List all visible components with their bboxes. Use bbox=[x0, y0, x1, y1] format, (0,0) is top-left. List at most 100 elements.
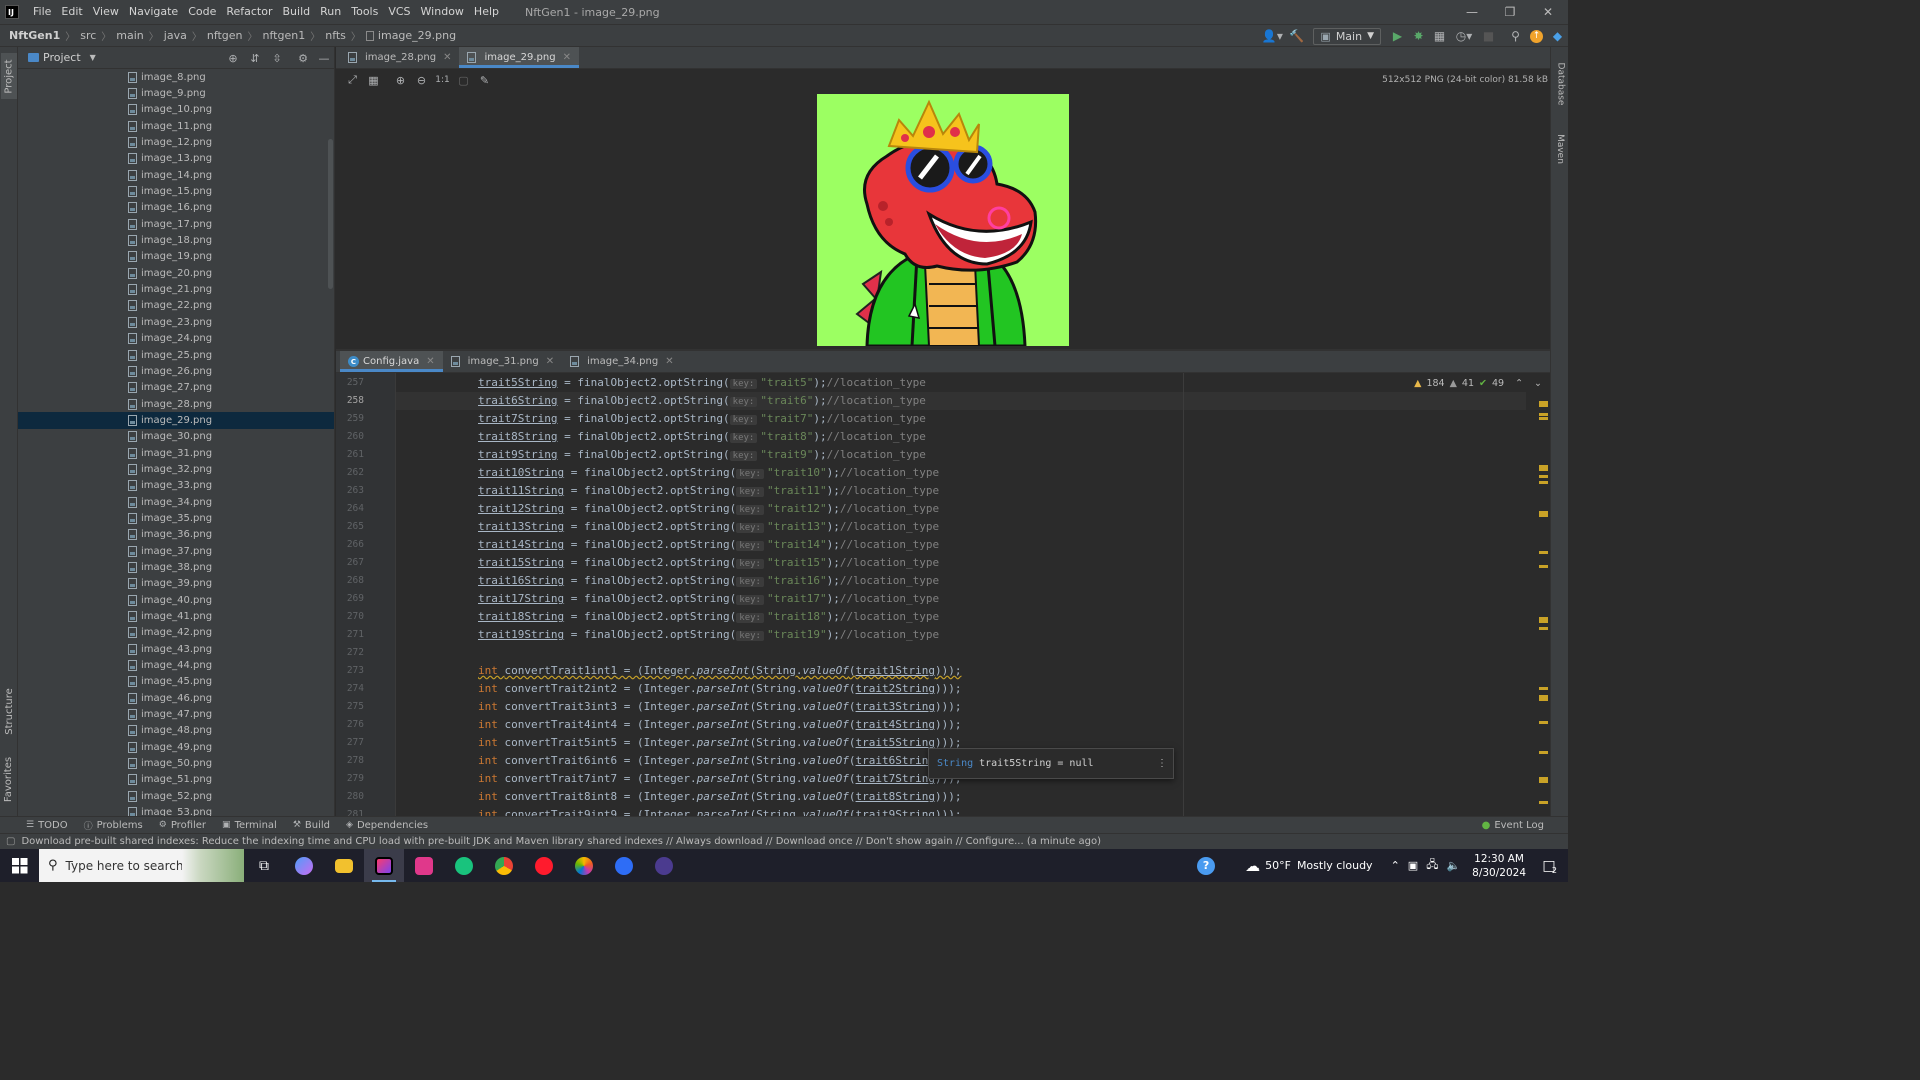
intellij-taskbar-icon[interactable] bbox=[364, 849, 404, 882]
minimize-button[interactable]: — bbox=[1452, 0, 1492, 24]
tool-button-profiler[interactable]: ⚙ Profiler bbox=[159, 820, 206, 831]
tree-item[interactable]: image_25.png bbox=[18, 347, 334, 363]
breadcrumb-item[interactable]: nftgen1 bbox=[263, 29, 306, 42]
collapse-all-icon[interactable]: ⇳ bbox=[269, 50, 285, 66]
tree-item[interactable]: image_46.png bbox=[18, 690, 334, 706]
tree-item[interactable]: image_33.png bbox=[18, 478, 334, 494]
taskbar-search-box[interactable]: ⚲ Type here to search bbox=[39, 849, 244, 882]
fit-to-screen-icon[interactable]: ⤢ bbox=[342, 71, 363, 89]
tree-item[interactable]: image_23.png bbox=[18, 314, 334, 330]
chrome-icon[interactable] bbox=[484, 849, 524, 882]
tree-item[interactable]: image_34.png bbox=[18, 494, 334, 510]
project-tool-tab[interactable]: Project bbox=[1, 53, 17, 99]
close-tab-icon[interactable]: ✕ bbox=[443, 52, 451, 63]
menu-item-help[interactable]: Help bbox=[470, 0, 505, 24]
tool-button-build[interactable]: ⚒ Build bbox=[293, 820, 330, 831]
menu-item-edit[interactable]: Edit bbox=[57, 0, 88, 24]
status-message[interactable]: Download pre-built shared indexes: Reduc… bbox=[21, 836, 1101, 847]
maximize-button[interactable]: ❐ bbox=[1490, 0, 1530, 24]
tree-item[interactable]: image_22.png bbox=[18, 298, 334, 314]
stripe-marker[interactable] bbox=[1539, 777, 1548, 783]
event-log-button[interactable]: ● Event Log bbox=[1482, 820, 1544, 831]
tree-item[interactable]: image_19.png bbox=[18, 249, 334, 265]
stripe-marker[interactable] bbox=[1539, 627, 1548, 630]
menu-item-window[interactable]: Window bbox=[417, 0, 470, 24]
opera-icon[interactable] bbox=[524, 849, 564, 882]
stripe-marker[interactable] bbox=[1539, 801, 1548, 804]
zoom-in-icon[interactable]: ⊕ bbox=[390, 71, 411, 89]
tree-item[interactable]: image_36.png bbox=[18, 527, 334, 543]
update-icon[interactable]: ↑ bbox=[1526, 25, 1547, 47]
tree-item[interactable]: image_50.png bbox=[18, 755, 334, 771]
tree-item[interactable]: image_39.png bbox=[18, 576, 334, 592]
tree-item[interactable]: image_26.png bbox=[18, 363, 334, 379]
tool-button-dependencies[interactable]: ◈ Dependencies bbox=[346, 820, 428, 831]
tree-item[interactable]: image_47.png bbox=[18, 706, 334, 722]
tree-item[interactable]: image_38.png bbox=[18, 559, 334, 575]
tree-item[interactable]: image_14.png bbox=[18, 167, 334, 183]
tree-item[interactable]: image_48.png bbox=[18, 723, 334, 739]
stop-icon[interactable]: ■ bbox=[1478, 25, 1499, 47]
task-view-icon[interactable]: ⧉ bbox=[244, 849, 284, 882]
stripe-marker[interactable] bbox=[1539, 695, 1548, 701]
favorites-tool-tab[interactable]: Favorites bbox=[1, 753, 17, 805]
close-tab-icon[interactable]: ✕ bbox=[665, 356, 673, 367]
error-stripe[interactable] bbox=[1538, 395, 1548, 815]
chessboard-icon[interactable]: ▢ bbox=[453, 71, 474, 89]
search-icon[interactable]: ⚲ bbox=[1505, 25, 1526, 47]
stripe-marker[interactable] bbox=[1539, 687, 1548, 690]
tree-item[interactable]: image_45.png bbox=[18, 674, 334, 690]
tree-item[interactable]: image_15.png bbox=[18, 183, 334, 199]
show-hidden-icons[interactable]: ⌃ bbox=[1391, 859, 1400, 872]
zoom-out-icon[interactable]: ⊖ bbox=[411, 71, 432, 89]
stripe-marker[interactable] bbox=[1539, 475, 1548, 478]
photos-icon[interactable] bbox=[564, 849, 604, 882]
chatgpt-icon[interactable] bbox=[444, 849, 484, 882]
structure-tool-tab[interactable]: Structure bbox=[1, 683, 17, 739]
breadcrumb-item[interactable]: nftgen bbox=[207, 29, 243, 42]
locate-file-icon[interactable]: ⊕ bbox=[225, 50, 241, 66]
stripe-marker[interactable] bbox=[1539, 481, 1548, 484]
plugin-logo-icon[interactable]: ◆ bbox=[1547, 25, 1568, 47]
tree-item[interactable]: image_44.png bbox=[18, 657, 334, 673]
network-icon[interactable]: 🖧 bbox=[1426, 856, 1438, 875]
tool-button-problems[interactable]: ⓘ Problems bbox=[84, 819, 143, 832]
menu-item-view[interactable]: View bbox=[89, 0, 125, 24]
chevron-down-icon[interactable]: ▼ bbox=[90, 53, 96, 62]
volume-icon[interactable]: 🔈 bbox=[1446, 859, 1460, 872]
next-highlight-icon[interactable]: ⌄ bbox=[1534, 378, 1542, 389]
weather-desc[interactable]: Mostly cloudy bbox=[1297, 859, 1373, 872]
tree-item[interactable]: image_12.png bbox=[18, 134, 334, 150]
help-icon[interactable]: ? bbox=[1197, 856, 1216, 875]
stripe-marker[interactable] bbox=[1539, 401, 1548, 407]
breadcrumb-item[interactable]: image_29.png bbox=[378, 29, 456, 42]
profile-icon[interactable]: ◷▾ bbox=[1450, 25, 1478, 47]
maven-tool-tab[interactable]: Maven bbox=[1552, 127, 1568, 171]
menu-item-tools[interactable]: Tools bbox=[347, 0, 384, 24]
project-view-select[interactable]: Project bbox=[43, 51, 81, 64]
hide-panel-icon[interactable]: — bbox=[316, 50, 332, 66]
tree-item[interactable]: image_20.png bbox=[18, 265, 334, 281]
clock[interactable]: 12:30 AM 8/30/2024 bbox=[1472, 852, 1526, 880]
close-tab-icon[interactable]: ✕ bbox=[563, 52, 571, 63]
tree-item[interactable]: image_24.png bbox=[18, 331, 334, 347]
tree-item[interactable]: image_11.png bbox=[18, 118, 334, 134]
editor-tab[interactable]: image_29.png ✕ bbox=[459, 47, 580, 68]
database-tool-tab[interactable]: Database bbox=[1552, 55, 1568, 113]
run-icon[interactable]: ▶ bbox=[1387, 25, 1408, 47]
breadcrumb-item[interactable]: NftGen1 bbox=[9, 29, 60, 42]
tree-item[interactable]: image_9.png bbox=[18, 85, 334, 101]
copilot-icon[interactable] bbox=[284, 849, 324, 882]
tree-item[interactable]: image_52.png bbox=[18, 788, 334, 804]
menu-item-code[interactable]: Code bbox=[184, 0, 222, 24]
actual-size-button[interactable]: 1:1 bbox=[432, 71, 453, 89]
notification-center-icon[interactable]: □ 2 bbox=[1538, 855, 1560, 877]
tree-item[interactable]: image_27.png bbox=[18, 380, 334, 396]
app-store-icon[interactable] bbox=[604, 849, 644, 882]
stripe-marker[interactable] bbox=[1539, 721, 1548, 724]
run-configuration-select[interactable]: ▣ Main ▼ bbox=[1313, 27, 1381, 45]
breadcrumb-item[interactable]: nfts bbox=[325, 29, 346, 42]
grid-icon[interactable]: ▦ bbox=[363, 71, 384, 89]
close-window-button[interactable]: ✕ bbox=[1528, 0, 1568, 24]
stripe-marker[interactable] bbox=[1539, 511, 1548, 517]
